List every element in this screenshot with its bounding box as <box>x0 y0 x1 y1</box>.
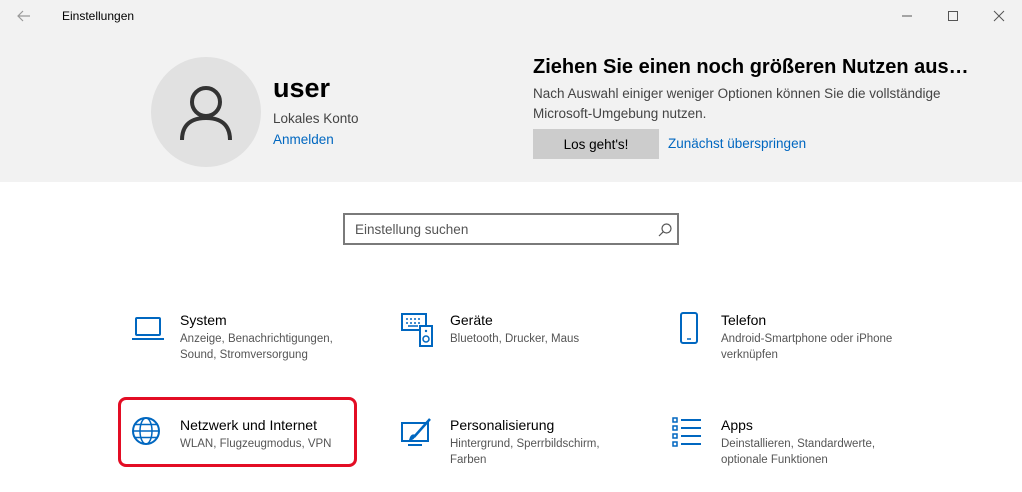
category-title: Geräte <box>450 312 493 328</box>
devices-icon <box>401 313 433 347</box>
category-devices[interactable]: Geräte Bluetooth, Drucker, Maus <box>390 312 630 378</box>
phone-icon <box>680 312 698 344</box>
search-icon[interactable] <box>657 222 673 238</box>
back-button[interactable] <box>8 0 40 32</box>
category-apps[interactable]: Apps Deinstallieren, Standardwerte, opti… <box>661 417 901 483</box>
maximize-button[interactable] <box>930 0 976 32</box>
back-arrow-icon <box>17 10 30 22</box>
search-box[interactable] <box>343 213 679 245</box>
skip-link[interactable]: Zunächst überspringen <box>668 136 806 151</box>
maximize-icon <box>948 11 958 21</box>
category-description: Hintergrund, Sperrbildschirm, Farben <box>450 438 600 466</box>
search-input[interactable] <box>345 215 645 243</box>
category-system[interactable]: System Anzeige, Benachrichtigungen, Soun… <box>120 312 360 378</box>
minimize-icon <box>902 15 912 17</box>
category-title: System <box>180 312 227 328</box>
category-description: Android-Smartphone oder iPhone verknüpfe… <box>721 333 893 361</box>
category-title: Personalisierung <box>450 417 555 433</box>
user-name: user <box>273 73 331 103</box>
apps-list-icon <box>672 417 701 447</box>
account-type: Lokales Konto <box>273 111 359 126</box>
user-icon <box>180 86 232 141</box>
account-header: Einstellungen user Lokales Konto Anmelde… <box>0 0 1022 182</box>
get-started-button[interactable]: Los geht's! <box>533 129 659 159</box>
avatar <box>151 57 261 167</box>
promo-title: Ziehen Sie einen noch größeren Nutzen au… <box>533 56 969 78</box>
globe-icon <box>132 417 160 445</box>
personalization-icon <box>401 418 431 446</box>
category-phone[interactable]: Telefon Android-Smartphone oder iPhone v… <box>661 312 901 378</box>
minimize-button[interactable] <box>884 0 930 32</box>
category-description: Anzeige, Benachrichtigungen, Sound, Stro… <box>180 333 333 361</box>
laptop-icon <box>132 317 164 340</box>
promo-text: Nach Auswahl einiger weniger Optionen kö… <box>533 86 941 121</box>
close-icon <box>993 10 1005 22</box>
category-description: Deinstallieren, Standardwerte, optionale… <box>721 438 876 466</box>
category-personalization[interactable]: Personalisierung Hintergrund, Sperrbilds… <box>390 417 630 483</box>
category-description: Bluetooth, Drucker, Maus <box>450 333 580 345</box>
category-network[interactable]: Netzwerk und Internet WLAN, Flugzeugmodu… <box>120 417 360 483</box>
category-title: Netzwerk und Internet <box>180 417 317 433</box>
sign-in-link[interactable]: Anmelden <box>273 132 334 147</box>
category-description: WLAN, Flugzeugmodus, VPN <box>180 438 332 450</box>
category-title: Apps <box>721 417 753 433</box>
title-bar: Einstellungen <box>0 0 1022 32</box>
window-title: Einstellungen <box>62 9 135 23</box>
close-button[interactable] <box>976 0 1022 32</box>
category-title: Telefon <box>721 312 767 328</box>
